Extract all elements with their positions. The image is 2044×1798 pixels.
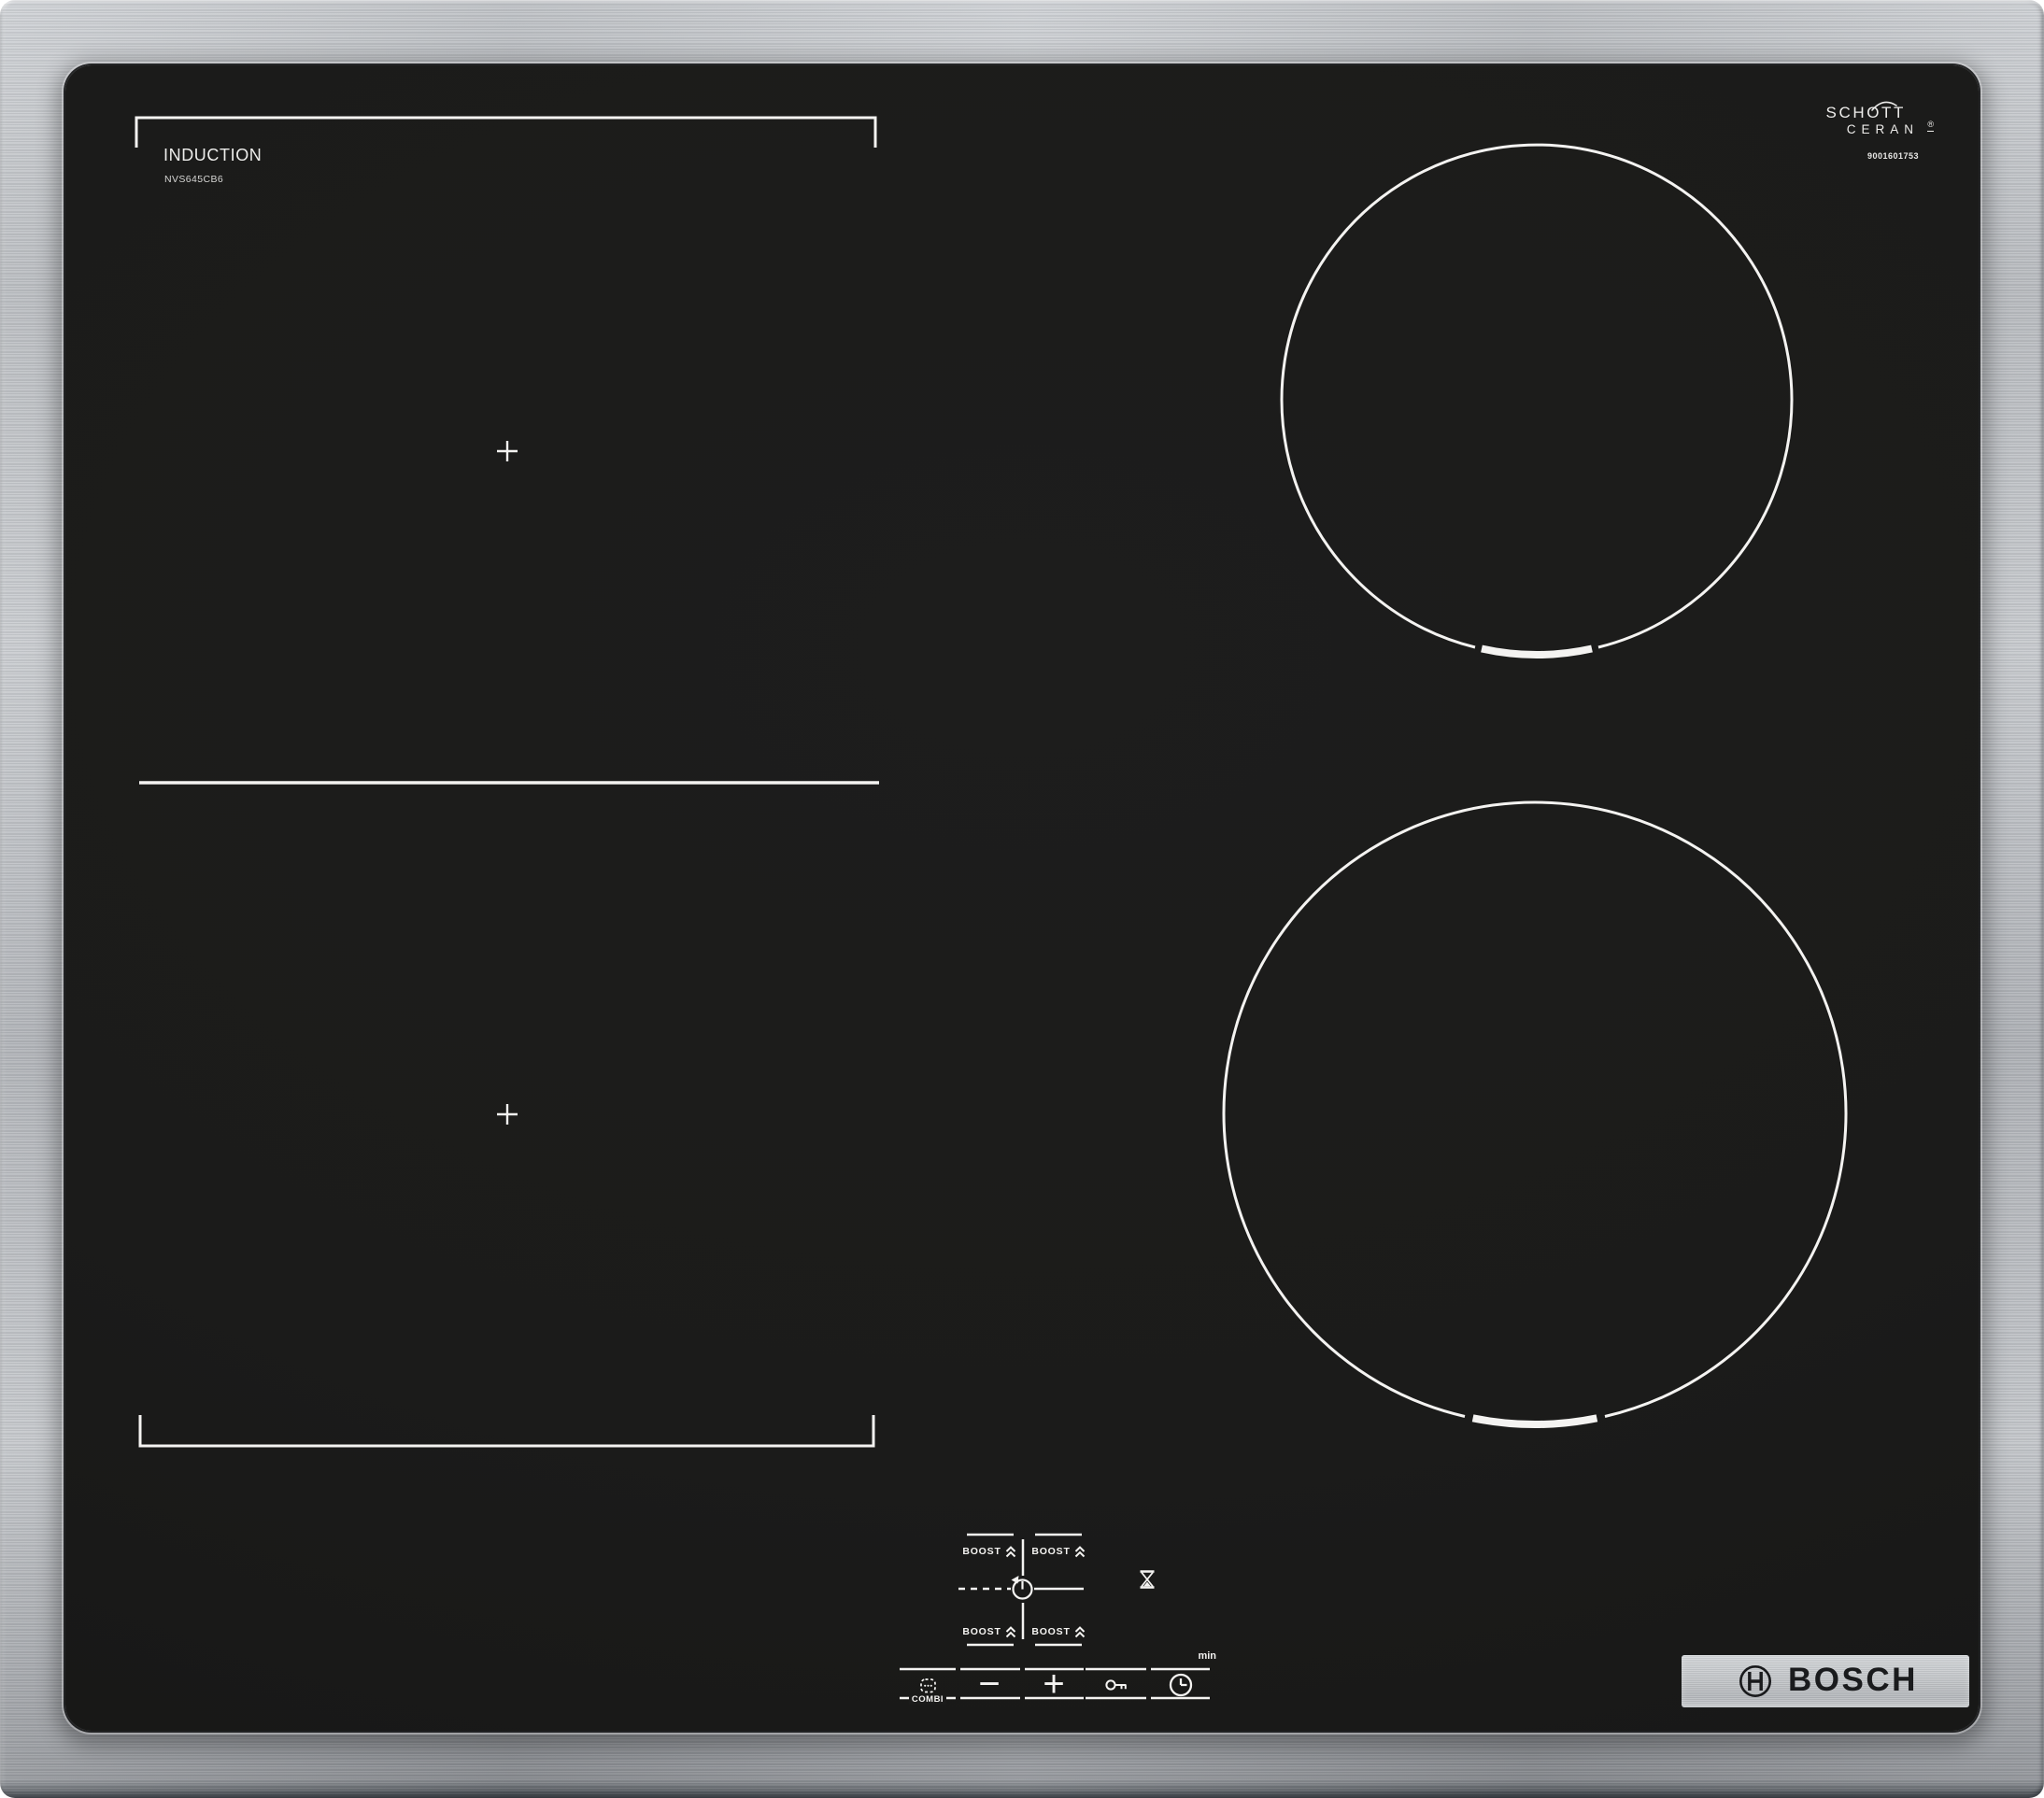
combi-zone-button[interactable]: COMBI: [898, 1674, 958, 1709]
double-chevron-up-icon: [1074, 1625, 1085, 1637]
bosch-emblem-icon: [1739, 1664, 1772, 1698]
zone-markings: [135, 116, 1848, 1700]
boost-label: BOOST: [1031, 1546, 1071, 1557]
cooking-zone-circle-top-right: [1280, 143, 1794, 658]
pan-position-cross-top: [497, 441, 518, 461]
combi-label: COMBI: [908, 1695, 947, 1705]
bosch-logo-plate: BOSCH: [1682, 1655, 1969, 1707]
double-chevron-up-icon: [1005, 1625, 1015, 1637]
bosch-logo-text: BOSCH: [1788, 1662, 1918, 1698]
child-lock-button[interactable]: [1086, 1671, 1146, 1699]
pan-size-arc: [1481, 644, 1593, 658]
pan-position-cross-bottom: [497, 1104, 518, 1125]
pan-size-arc: [1471, 1414, 1598, 1428]
flex-zone-outline: [135, 116, 879, 1448]
hob-frame: INDUCTION NVS645CB6 SCHOTT CERAN ® 900160…: [0, 0, 2044, 1798]
schott-ceran-logo: SCHOTT CERAN ® 9001601753: [1826, 105, 1934, 161]
model-number: NVS645CB6: [164, 174, 224, 185]
article-number: 9001601753: [1867, 150, 1919, 161]
schott-swoosh-icon: [1871, 101, 1897, 111]
ceran-line: CERAN ®: [1846, 120, 1934, 136]
timer-button[interactable]: [1151, 1664, 1210, 1706]
ceramic-glass-surface: INDUCTION NVS645CB6 SCHOTT CERAN ® 900160…: [65, 65, 1979, 1731]
decrease-power-button[interactable]: −: [958, 1664, 1020, 1705]
boost-label: BOOST: [962, 1626, 1001, 1637]
minutes-label: min: [1198, 1650, 1216, 1662]
plus-icon: +: [1043, 1663, 1065, 1705]
cooking-zone-circle-bottom-right: [1222, 800, 1848, 1428]
clock-icon: [1169, 1673, 1192, 1697]
double-chevron-up-icon: [1005, 1545, 1015, 1557]
boost-button-front-left[interactable]: BOOST: [962, 1544, 1015, 1559]
boost-label: BOOST: [962, 1546, 1001, 1557]
boost-label: BOOST: [1031, 1626, 1071, 1637]
timer-dial-icon[interactable]: [1011, 1576, 1033, 1600]
minus-icon: −: [978, 1663, 1001, 1705]
double-chevron-up-icon: [1074, 1545, 1085, 1557]
key-icon: [1104, 1679, 1127, 1691]
hourglass-icon: [1140, 1570, 1155, 1589]
boost-button-rear-left[interactable]: BOOST: [962, 1624, 1015, 1639]
boost-button-rear-right[interactable]: BOOST: [1031, 1624, 1085, 1639]
increase-power-button[interactable]: +: [1023, 1664, 1085, 1705]
induction-type-label: INDUCTION: [163, 146, 263, 164]
boost-button-front-right[interactable]: BOOST: [1031, 1544, 1085, 1559]
registered-mark: ®: [1927, 120, 1934, 132]
combi-zones-icon: [919, 1678, 936, 1693]
